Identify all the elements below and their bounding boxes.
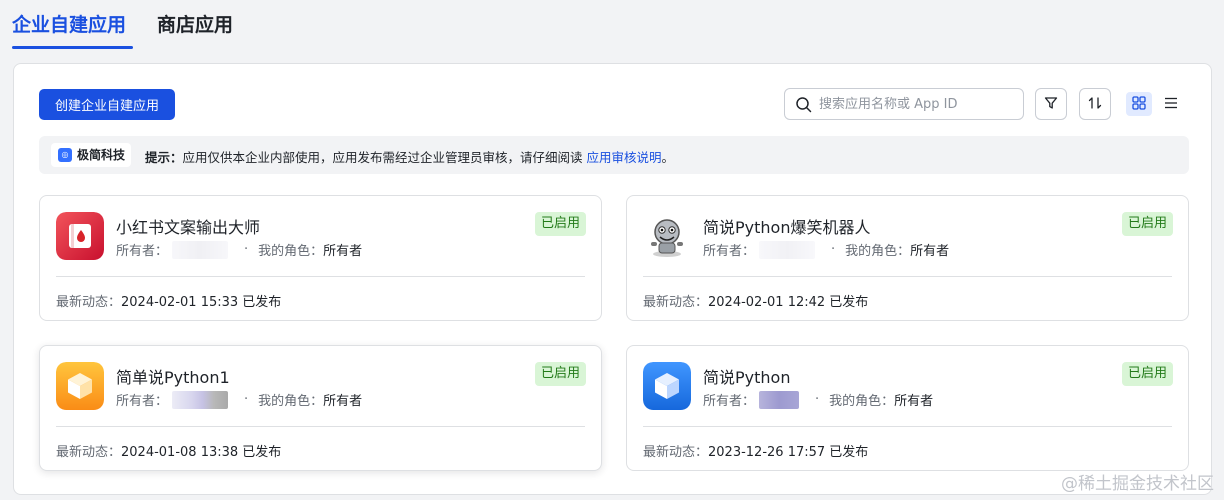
latest-value: 2024-01-08 13:38 已发布 [121,445,282,460]
red-book-app-icon [56,212,104,260]
org-name: 极简科技 [77,148,126,162]
card-divider [56,276,585,277]
card-divider [643,276,1172,277]
owner-label: 所有者： [116,244,169,259]
app-card[interactable]: 简说Python 所有者： · 我的角色： 所有者 已启用 最新动态：2023-… [626,345,1189,471]
role-label: 我的角色： [829,394,895,409]
app-type-tabs: 企业自建应用 商店应用 [0,0,1224,56]
search-icon [795,96,813,114]
latest-label: 最新动态： [643,295,709,310]
app-name: 简说Python [703,368,791,387]
card-divider [56,426,585,427]
notice-bar: ◎ 极简科技 提示：应用仅供本企业内部使用，应用发布需经过企业管理员审核，请仔细… [39,136,1189,174]
role-label: 我的角色： [845,244,911,259]
blue-cube-icon [643,362,691,410]
orange-cube-icon [56,362,104,410]
app-meta: 所有者： · 我的角色： 所有者 [116,240,362,259]
latest-value: 2023-12-26 17:57 已发布 [708,445,869,460]
app-name: 小红书文案输出大师 [116,218,261,237]
status-badge: 已启用 [534,212,586,236]
list-view-icon [1164,95,1178,114]
status-badge: 已启用 [1121,212,1173,236]
meta-separator: · [831,242,836,257]
org-badge: ◎ 极简科技 [51,143,132,167]
tab-store-apps[interactable]: 商店应用 [157,10,233,37]
search-box[interactable] [784,88,1024,120]
active-tab-indicator [12,46,133,49]
latest-activity: 最新动态：2023-12-26 17:57 已发布 [643,441,868,460]
owner-redacted [759,240,816,259]
owner-label: 所有者： [116,394,169,409]
create-app-button[interactable]: 创建企业自建应用 [39,89,175,120]
role-label: 我的角色： [258,244,324,259]
role-value: 所有者 [894,394,934,409]
latest-label: 最新动态： [643,445,709,460]
review-guide-link[interactable]: 应用审核说明 [587,150,662,165]
sort-icon [1088,95,1102,114]
status-badge: 已启用 [1121,362,1173,386]
latest-value: 2024-02-01 12:42 已发布 [708,295,869,310]
latest-activity: 最新动态：2024-02-01 15:33 已发布 [56,291,281,310]
app-card[interactable]: 简说Python爆笑机器人 所有者： · 我的角色： 所有者 已启用 最新动态：… [626,195,1189,321]
app-meta: 所有者： · 我的角色： 所有者 [703,240,949,259]
org-logo-icon: ◎ [58,148,72,162]
list-view-button[interactable] [1158,92,1184,116]
filter-button[interactable] [1035,88,1067,120]
watermark: @稀土掘金技术社区 [1061,474,1214,494]
latest-activity: 最新动态：2024-01-08 13:38 已发布 [56,441,281,460]
app-meta: 所有者： · 我的角色： 所有者 [703,390,933,409]
notice-suffix: 。 [661,150,675,165]
tab-internal-apps[interactable]: 企业自建应用 [12,10,126,37]
role-label: 我的角色： [258,394,324,409]
role-value: 所有者 [910,244,950,259]
meta-separator: · [815,392,820,407]
role-value: 所有者 [323,394,363,409]
view-toggle [1124,88,1188,120]
meta-separator: · [244,392,249,407]
app-list-panel: 创建企业自建应用 ◎ 极简科技 提示：应 [13,63,1212,495]
grid-view-button[interactable] [1126,92,1152,116]
role-value: 所有者 [323,244,363,259]
app-name: 简说Python爆笑机器人 [703,218,871,237]
latest-activity: 最新动态：2024-02-01 12:42 已发布 [643,291,868,310]
app-card[interactable]: 小红书文案输出大师 所有者： · 我的角色： 所有者 已启用 最新动态：2024… [39,195,602,321]
owner-redacted [172,240,229,259]
notice-text: 提示：应用仅供本企业内部使用，应用发布需经过企业管理员审核，请仔细阅读 应用审核… [145,147,674,166]
owner-redacted [172,390,229,409]
sort-button[interactable] [1079,88,1111,120]
filter-icon [1044,95,1058,114]
app-name: 简单说Python1 [116,368,230,387]
latest-value: 2024-02-01 15:33 已发布 [121,295,282,310]
latest-label: 最新动态： [56,295,122,310]
owner-label: 所有者： [703,244,756,259]
grid-view-icon [1132,95,1146,114]
app-card[interactable]: 简单说Python1 所有者： · 我的角色： 所有者 已启用 最新动态：202… [39,345,602,471]
notice-prefix: 提示： [145,150,183,165]
owner-label: 所有者： [703,394,756,409]
latest-label: 最新动态： [56,445,122,460]
status-badge: 已启用 [534,362,586,386]
meta-separator: · [244,242,249,257]
app-meta: 所有者： · 我的角色： 所有者 [116,390,362,409]
notice-body: 应用仅供本企业内部使用，应用发布需经过企业管理员审核，请仔细阅读 [182,150,587,165]
search-input[interactable] [819,92,1015,116]
robot-avatar-icon [643,212,691,260]
card-divider [643,426,1172,427]
owner-redacted [759,390,800,409]
